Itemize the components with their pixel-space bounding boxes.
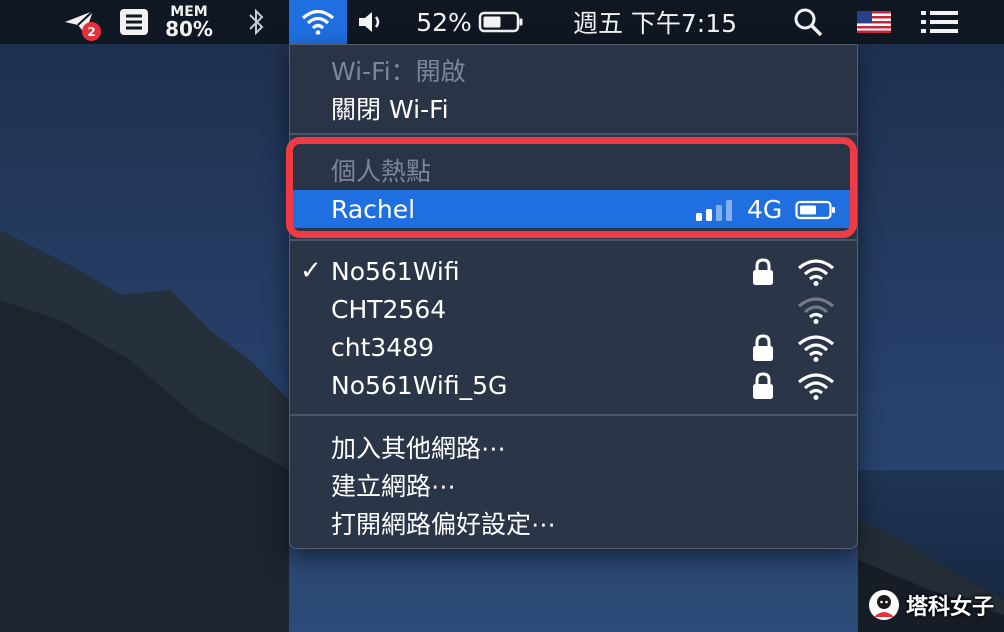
network-item-no561wifi-5g[interactable]: No561Wifi_5G xyxy=(290,366,857,404)
turn-off-wifi-item[interactable]: 關閉 Wi-Fi xyxy=(290,89,857,127)
battery-percent[interactable]: 52% xyxy=(416,0,472,44)
hotspot-highlight-box xyxy=(286,137,857,238)
memory-monitor[interactable]: MEM 80% xyxy=(160,0,218,44)
clock[interactable]: 週五 下午7:15 xyxy=(562,0,748,44)
turn-off-wifi-label: 關閉 Wi-Fi xyxy=(331,95,449,124)
list-menu-icon[interactable] xyxy=(918,0,962,44)
network-name: cht3489 xyxy=(331,332,435,362)
network-item-cht3489[interactable]: cht3489 xyxy=(290,328,857,366)
wifi-dropdown-menu: Wi-Fi：開啟 關閉 Wi-Fi 個人熱點 Rachel 4G ✓ No561… xyxy=(289,44,858,549)
menu-separator xyxy=(290,133,857,135)
join-other-network-item[interactable]: 加入其他網路⋯ xyxy=(290,428,857,466)
wifi-menu-icon[interactable] xyxy=(289,0,347,44)
wifi-signal-full-icon xyxy=(797,335,835,362)
network-item-cht2564[interactable]: CHT2564 xyxy=(290,290,857,328)
wifi-signal-weak-icon xyxy=(797,297,835,324)
lock-icon xyxy=(753,372,773,399)
clock-text: 週五 下午7:15 xyxy=(572,9,738,38)
menu-bar: 2 MEM 80% 52% 週五 下午7:15 xyxy=(0,0,1004,44)
network-item-no561wifi[interactable]: ✓ No561Wifi xyxy=(290,252,857,290)
mem-value: 80% xyxy=(165,17,213,41)
watermark: 塔科女子 xyxy=(868,585,994,625)
wifi-signal-full-icon xyxy=(797,373,835,400)
watermark-text: 塔科女子 xyxy=(906,595,995,620)
wifi-status-label: Wi-Fi：開啟 xyxy=(331,57,466,86)
join-other-network-label: 加入其他網路⋯ xyxy=(331,434,507,463)
network-name: CHT2564 xyxy=(331,294,447,324)
lock-icon xyxy=(753,258,773,285)
network-name: No561Wifi_5G xyxy=(331,370,508,400)
stacks-app-icon[interactable] xyxy=(112,0,156,44)
create-network-label: 建立網路⋯ xyxy=(331,472,457,501)
menu-separator xyxy=(290,239,857,241)
us-flag-icon[interactable] xyxy=(854,0,894,44)
battery-percent-text: 52% xyxy=(416,7,472,37)
checkmark-icon: ✓ xyxy=(300,256,322,286)
watermark-logo-icon xyxy=(869,590,899,620)
battery-icon[interactable] xyxy=(476,0,526,44)
wifi-signal-full-icon xyxy=(797,259,835,286)
open-network-preferences-label: 打開網路偏好設定⋯ xyxy=(331,510,557,539)
search-icon[interactable] xyxy=(788,0,828,44)
menu-separator xyxy=(290,414,857,416)
lock-icon xyxy=(753,334,773,361)
create-network-item[interactable]: 建立網路⋯ xyxy=(290,466,857,504)
network-name: No561Wifi xyxy=(331,256,460,286)
volume-icon[interactable] xyxy=(354,0,388,44)
open-network-preferences-item[interactable]: 打開網路偏好設定⋯ xyxy=(290,504,857,542)
wifi-status: Wi-Fi：開啟 xyxy=(290,51,857,89)
notification-badge: 2 xyxy=(82,22,101,41)
bluetooth-icon[interactable] xyxy=(236,0,276,44)
